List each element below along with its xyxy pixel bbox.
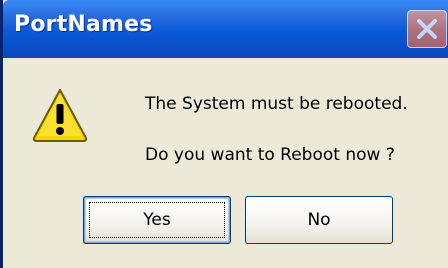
dialog-window: PortNames The System must be rebooted. D… xyxy=(0,0,448,268)
yes-button[interactable]: Yes xyxy=(83,196,231,244)
close-button[interactable] xyxy=(407,10,447,48)
title-bar[interactable]: PortNames xyxy=(3,0,448,58)
message-line-2: Do you want to Reboot now ? xyxy=(145,145,395,165)
message-line-1: The System must be rebooted. xyxy=(145,94,408,114)
no-button[interactable]: No xyxy=(245,196,393,244)
window-title: PortNames xyxy=(14,12,153,37)
no-button-label: No xyxy=(307,210,331,230)
focus-ring xyxy=(89,202,225,238)
close-icon xyxy=(417,19,437,39)
warning-icon xyxy=(32,89,88,142)
